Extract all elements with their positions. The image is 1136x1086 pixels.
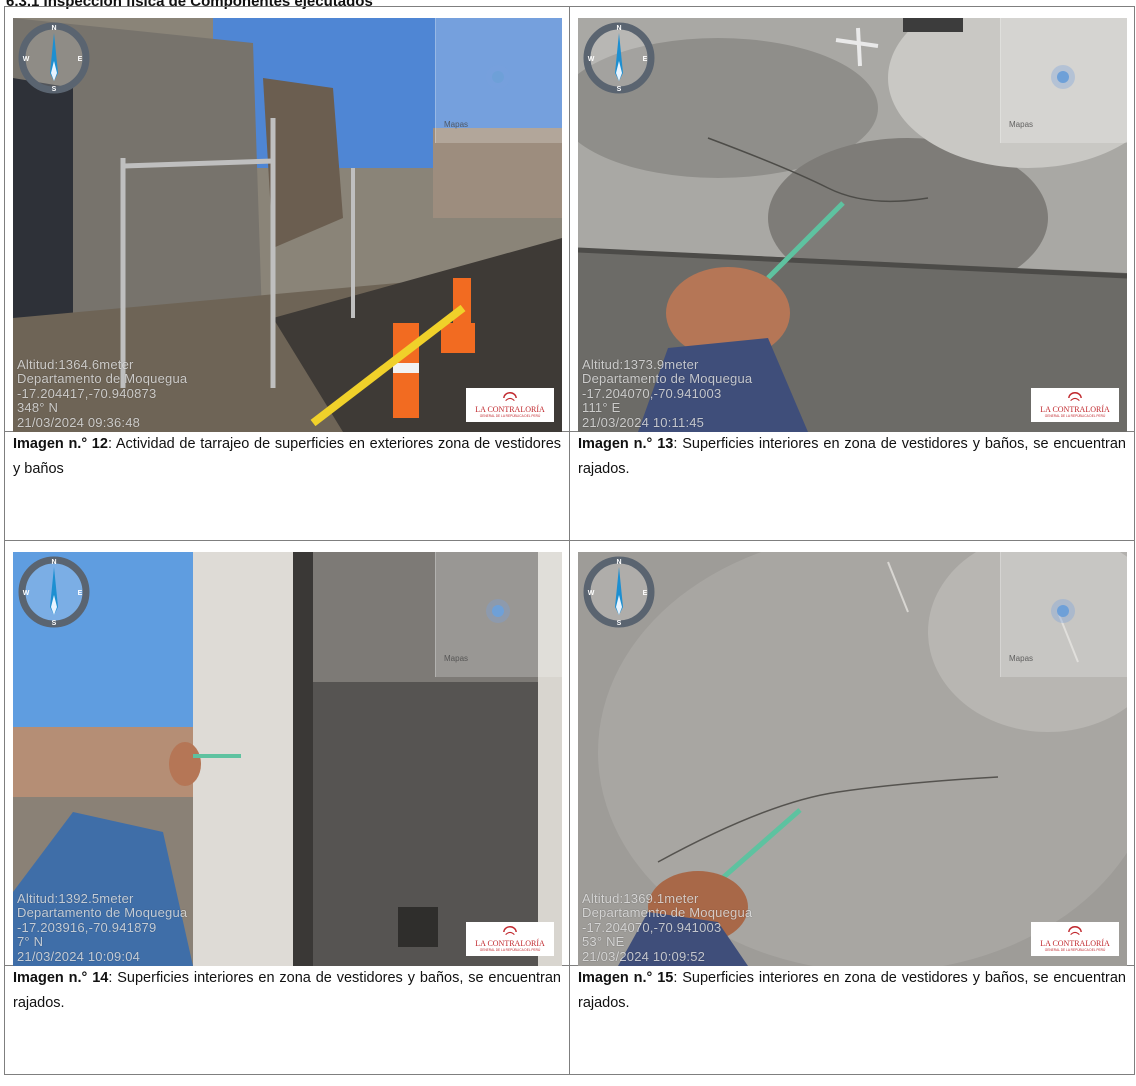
compass-letter-e: E <box>643 590 648 597</box>
stamp-coordinates: -17.204070,-70.941003 <box>582 919 722 935</box>
compass-icon: N E S W <box>17 21 91 95</box>
stamp-altitude: Altitud:1392.5meter <box>17 890 134 906</box>
compass-letter-n: N <box>51 25 56 32</box>
contraloria-logo: LA CONTRALORÍA GENERAL DE LA REPÚBLICA D… <box>466 922 554 956</box>
compass-letter-s: S <box>617 86 622 93</box>
stamp-altitude: Altitud:1369.1meter <box>582 890 699 906</box>
caption-12: Imagen n.° 12: Actividad de tarrajeo de … <box>5 432 569 482</box>
compass-letter-w: W <box>588 590 595 597</box>
stamp-department: Departamento de Moquegua <box>582 905 753 920</box>
maps-label: Mapas <box>1009 120 1034 129</box>
contraloria-emblem-icon <box>1065 391 1085 405</box>
compass-letter-e: E <box>643 56 648 63</box>
caption-label: Imagen n.° 15 <box>578 970 674 986</box>
stamp-coordinates: -17.204417,-70.940873 <box>17 385 157 401</box>
stamp-altitude: Altitud:1364.6meter <box>17 356 134 372</box>
compass-letter-e: E <box>78 56 83 63</box>
caption-label: Imagen n.° 12 <box>13 436 108 452</box>
compass-icon: N E S W <box>582 555 656 629</box>
photo-stamp: Altitud:1369.1meter Departamento de Moqu… <box>582 890 753 965</box>
photo-stamp: Altitud:1364.6meter Departamento de Moqu… <box>17 356 188 431</box>
caption-cell-12: Imagen n.° 12: Actividad de tarrajeo de … <box>4 431 570 541</box>
maps-label: Mapas <box>1009 654 1034 663</box>
stamp-department: Departamento de Moquegua <box>17 905 188 920</box>
stamp-datetime: 21/03/2024 10:11:45 <box>582 414 705 430</box>
compass-letter-n: N <box>616 559 621 566</box>
caption-label: Imagen n.° 13 <box>578 436 674 452</box>
compass-icon: N E S W <box>17 555 91 629</box>
compass-letter-e: E <box>78 590 83 597</box>
compass-letter-w: W <box>23 590 30 597</box>
stamp-coordinates: -17.204070,-70.941003 <box>582 385 722 401</box>
caption-15: Imagen n.° 15: Superficies interiores en… <box>570 966 1134 1016</box>
map-overlay: Mapas <box>435 18 562 143</box>
photo-cell-14: N E S W Mapas Altitud:1392.5meter Departame… <box>4 540 570 966</box>
caption-13: Imagen n.° 13: Superficies interiores en… <box>570 432 1134 482</box>
caption-cell-15: Imagen n.° 15: Superficies interiores en… <box>569 965 1135 1075</box>
maps-label: Mapas <box>444 120 469 129</box>
compass-letter-n: N <box>616 25 621 32</box>
compass-letter-s: S <box>52 620 57 627</box>
compass-letter-s: S <box>617 620 622 627</box>
stamp-coordinates: -17.203916,-70.941879 <box>17 919 157 935</box>
photo-12: N E S W Mapas Altitud:1364.6meter Departame… <box>13 18 562 432</box>
map-overlay: Mapas <box>1000 18 1127 143</box>
caption-cell-13: Imagen n.° 13: Superficies interiores en… <box>569 431 1135 541</box>
caption-14: Imagen n.° 14: Superficies interiores en… <box>5 966 569 1016</box>
photo-stamp: Altitud:1373.9meter Departamento de Moqu… <box>582 356 753 431</box>
stamp-department: Departamento de Moquegua <box>582 371 753 386</box>
maps-label: Mapas <box>444 654 469 663</box>
stamp-datetime: 21/03/2024 10:09:52 <box>582 948 706 964</box>
map-overlay: Mapas <box>1000 552 1127 677</box>
photo-15: N E S W Mapas Altitud:1369.1meter Departame… <box>578 552 1127 966</box>
photo-cell-13: N E S W Mapas Altitud:1373.9meter Departame… <box>569 6 1135 432</box>
contraloria-logo: LA CONTRALORÍA GENERAL DE LA REPÚBLICA D… <box>1031 922 1119 956</box>
stamp-datetime: 21/03/2024 09:36:48 <box>17 414 141 430</box>
photo-cell-15: N E S W Mapas Altitud:1369.1meter Departame… <box>569 540 1135 966</box>
compass-icon: N E S W <box>582 21 656 95</box>
photo-cell-12: N E S W Mapas Altitud:1364.6meter Departame… <box>4 6 570 432</box>
map-overlay: Mapas <box>435 552 562 677</box>
contraloria-logo: LA CONTRALORÍA GENERAL DE LA REPÚBLICA D… <box>1031 388 1119 422</box>
stamp-datetime: 21/03/2024 10:09:04 <box>17 948 141 964</box>
stamp-altitude: Altitud:1373.9meter <box>582 356 699 372</box>
photo-13: N E S W Mapas Altitud:1373.9meter Departame… <box>578 18 1127 432</box>
stamp-heading: 111° E <box>582 400 621 415</box>
caption-cell-14: Imagen n.° 14: Superficies interiores en… <box>4 965 570 1075</box>
compass-letter-s: S <box>52 86 57 93</box>
location-dot-icon <box>492 605 504 617</box>
stamp-heading: 348° N <box>17 400 59 415</box>
location-dot-icon <box>492 71 504 83</box>
contraloria-emblem-icon <box>500 391 520 405</box>
caption-label: Imagen n.° 14 <box>13 970 109 986</box>
contraloria-emblem-icon <box>500 925 520 939</box>
contraloria-emblem-icon <box>1065 925 1085 939</box>
stamp-heading: 53° NE <box>582 934 625 949</box>
location-dot-icon <box>1057 71 1069 83</box>
location-dot-icon <box>1057 605 1069 617</box>
photo-grid-table: N E S W Mapas Altitud:1364.6meter Departame… <box>4 6 1135 1075</box>
compass-letter-w: W <box>23 56 30 63</box>
stamp-department: Departamento de Moquegua <box>17 371 188 386</box>
photo-14: N E S W Mapas Altitud:1392.5meter Departame… <box>13 552 562 966</box>
compass-letter-w: W <box>588 56 595 63</box>
photo-stamp: Altitud:1392.5meter Departamento de Moqu… <box>17 890 188 965</box>
stamp-heading: 7° N <box>17 934 44 949</box>
compass-letter-n: N <box>51 559 56 566</box>
contraloria-logo: LA CONTRALORÍA GENERAL DE LA REPÚBLICA D… <box>466 388 554 422</box>
